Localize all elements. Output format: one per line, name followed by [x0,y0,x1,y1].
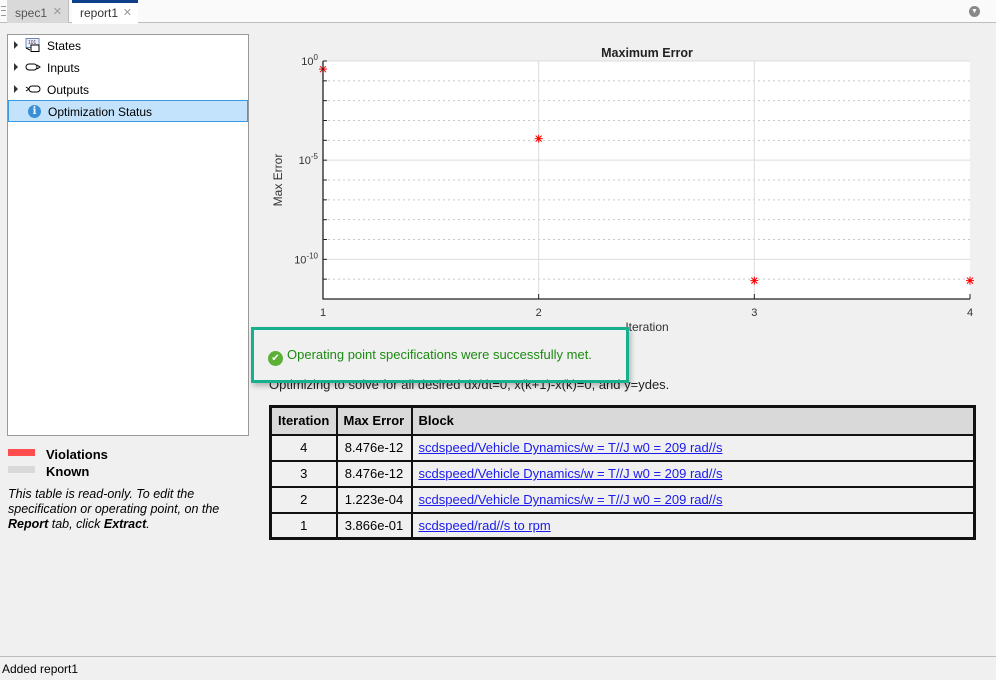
cell-block: scdspeed/rad//s to rpm [410,511,976,540]
legend-label: Violations [46,447,108,462]
data-point-asterisk [966,276,974,285]
read-only-note: This table is read-only. To edit the spe… [8,487,253,532]
x-tick-label: 3 [751,307,757,319]
cell-block: scdspeed/Vehicle Dynamics/w = T//J w0 = … [410,433,976,462]
note-text: This table is read-only. To edit the spe… [8,487,220,516]
table-row: 3 8.476e-12 scdspeed/Vehicle Dynamics/w = … [269,459,976,488]
y-tick-label: 10-5 [299,152,319,167]
header-block: Block [410,405,976,436]
data-point-asterisk [534,134,543,143]
cell-iteration: 4 [269,433,338,462]
results-table: Iteration Max Error Block 4 8.476e-12 scds… [269,405,976,540]
legend-violations: Violations [8,447,108,462]
tick-exponent: -5 [311,152,319,161]
known-swatch [8,466,35,473]
note-report: Report [8,517,49,531]
note-text: tab, click [48,517,104,531]
x-tick-label: 1 [320,307,326,319]
legend-label: Known [46,464,90,479]
cell-max-error: 1.223e-04 [335,485,413,514]
status-bar: Added report1 [0,656,996,680]
x-tick-label: 4 [967,307,973,319]
success-message: ✔ Operating point specifications were suc… [268,347,592,366]
tick-base: 10 [294,254,306,266]
cell-block: scdspeed/Vehicle Dynamics/w = T//J w0 = … [410,485,976,514]
cell-block: scdspeed/Vehicle Dynamics/w = T//J w0 = … [410,459,976,488]
x-axis-label: Iteration [625,320,668,334]
max-error-chart: Maximum Error 1 2 3 410010-510-10 Iteration… [271,46,974,334]
block-link[interactable]: scdspeed/Vehicle Dynamics/w = T//J w0 = … [419,440,723,455]
tick-base: 10 [299,155,311,167]
note-text: . [146,517,150,531]
cell-max-error: 8.476e-12 [335,433,413,462]
y-tick-label: 100 [301,53,318,68]
success-text: Operating point specifications were succ… [287,347,592,362]
violations-swatch [8,449,35,456]
y-tick-label: 10-10 [294,251,318,266]
header-max-error: Max Error [335,405,413,436]
cell-max-error: 8.476e-12 [335,459,413,488]
cell-max-error: 3.866e-01 [335,511,413,540]
plot-area [323,61,970,299]
cell-iteration: 2 [269,485,338,514]
cell-iteration: 3 [269,459,338,488]
tick-base: 10 [301,56,313,68]
table-row: 4 8.476e-12 scdspeed/Vehicle Dynamics/w = … [269,433,976,462]
data-point-asterisk [750,276,759,285]
table-row: 2 1.223e-04 scdspeed/Vehicle Dynamics/w = … [269,485,976,514]
block-link[interactable]: scdspeed/rad//s to rpm [419,518,551,533]
check-circle-icon: ✔ [268,351,283,366]
table-row: 1 3.866e-01 scdspeed/rad//s to rpm [269,511,976,540]
tick-exponent: 0 [314,53,319,62]
x-tick-label: 2 [536,307,542,319]
block-link[interactable]: scdspeed/Vehicle Dynamics/w = T//J w0 = … [419,466,723,481]
legend-known: Known [8,464,89,479]
tick-exponent: -10 [306,251,318,260]
cell-iteration: 1 [269,511,338,540]
chart-title: Maximum Error [601,46,693,60]
note-extract: Extract [103,517,147,531]
block-link[interactable]: scdspeed/Vehicle Dynamics/w = T//J w0 = … [419,492,723,507]
header-iteration: Iteration [269,405,338,436]
y-axis-label: Max Error [271,154,285,207]
